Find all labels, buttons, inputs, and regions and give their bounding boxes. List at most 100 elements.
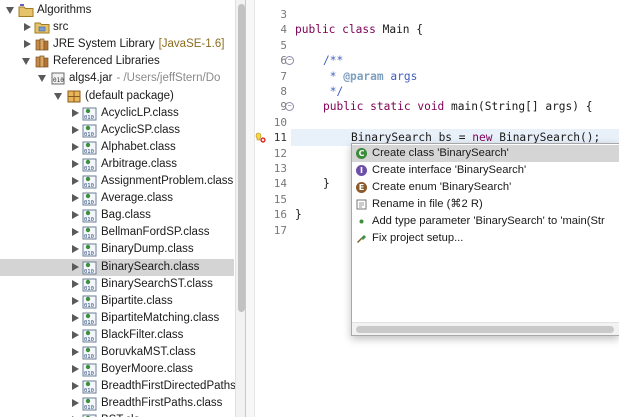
chevron-down-icon[interactable] [54, 92, 62, 100]
tree-item[interactable]: 010 AssignmentProblem.class [0, 173, 234, 190]
chevron-right-icon[interactable] [72, 211, 79, 220]
explorer-scrollbar[interactable] [235, 0, 245, 417]
source-folder-icon [34, 20, 50, 35]
chevron-right-icon[interactable] [72, 348, 79, 356]
tree-item[interactable]: 010 BipartiteMatching.class [0, 310, 234, 327]
tree-item[interactable]: 010BST.cla [0, 412, 234, 417]
rename-icon [356, 199, 367, 210]
quick-fix-item[interactable]: E Create enum 'BinarySearch' [352, 179, 619, 196]
tree-item[interactable]: 010 BoruvkaMST.class [0, 344, 234, 361]
tree-item-label: Referenced Libraries [53, 55, 160, 68]
tree-item-label: (default package) [85, 89, 174, 102]
class-file-icon: 010 [82, 413, 98, 417]
chevron-right-icon[interactable] [72, 177, 79, 185]
tree-item[interactable]: Referenced Libraries [0, 53, 234, 70]
library-icon [34, 54, 50, 69]
chevron-right-icon[interactable] [24, 23, 31, 32]
tree-item-label: BinarySearchST.class [101, 277, 213, 290]
chevron-right-icon[interactable] [72, 365, 79, 374]
tree-item[interactable]: 010 BinarySearch.class [0, 258, 234, 276]
tree-item[interactable]: 010 BinaryDump.class [0, 241, 234, 258]
tree-item[interactable]: Algorithms [0, 2, 234, 19]
chevron-right-icon[interactable] [72, 228, 79, 237]
tree-item[interactable]: src [0, 19, 234, 36]
svg-text:010: 010 [84, 337, 94, 343]
chevron-right-icon[interactable] [72, 296, 79, 305]
tree-item[interactable]: (default package) [0, 88, 234, 105]
tree-item-label: Alphabet.class [101, 140, 176, 153]
create-interface-icon: I [356, 165, 367, 176]
code-line-16: } [295, 208, 302, 222]
quick-fix-item-label: Create enum 'BinarySearch' [372, 181, 512, 193]
chevron-right-icon[interactable] [72, 159, 79, 168]
class-file-icon: 010 [82, 294, 98, 309]
tree-item[interactable]: 010 algs4.jar - /Users/jeffStern/Do [0, 70, 234, 87]
chevron-right-icon[interactable] [72, 330, 79, 339]
tree-item[interactable]: 010 BinarySearchST.class [0, 276, 234, 293]
svg-text:010: 010 [84, 115, 94, 121]
chevron-right-icon[interactable] [72, 399, 79, 408]
fix-project-icon [356, 233, 367, 244]
tree-item-label: src [53, 21, 69, 34]
tree-item[interactable]: 010 Arbitrage.class [0, 156, 234, 173]
svg-text:010: 010 [84, 183, 94, 189]
tree-item-label: BreadthFirstPaths.class [101, 397, 223, 410]
chevron-down-icon[interactable] [6, 7, 14, 14]
class-file-icon: 010 [82, 242, 98, 257]
chevron-right-icon[interactable] [72, 142, 79, 151]
tree-item[interactable]: 010 AcyclicLP.class [0, 105, 234, 122]
fold-toggle-icon[interactable]: − [285, 102, 294, 112]
quick-fix-item[interactable]: Add type parameter 'BinarySearch' to 'ma… [352, 213, 619, 230]
tree-item-label: Algorithms [37, 4, 92, 16]
javadoc-tag: @param [343, 69, 384, 83]
chevron-right-icon[interactable] [72, 108, 79, 117]
tree-item-label: BellmanFordSP.class [101, 226, 210, 239]
class-file-icon: 010 [82, 362, 98, 377]
chevron-down-icon[interactable] [38, 75, 46, 83]
tree-item[interactable]: 010 Average.class [0, 190, 234, 207]
explorer-scrollbar-thumb[interactable] [238, 4, 245, 312]
package-icon [66, 89, 82, 104]
svg-text:010: 010 [53, 77, 64, 84]
code-line-14: } [323, 177, 330, 191]
tree-item-label: algs4.jar [69, 72, 113, 85]
fold-toggle-icon[interactable]: − [285, 56, 294, 66]
keyword: static [370, 100, 411, 114]
chevron-right-icon[interactable] [72, 245, 79, 254]
quick-fix-item[interactable]: C Create class 'BinarySearch' [352, 145, 619, 162]
tree-item[interactable]: 010 Bipartite.class [0, 293, 234, 310]
tree-item[interactable]: 010 BlackFilter.class [0, 327, 234, 344]
line-number-gutter: 3 4 5 6−7 8 9−10 11 12 13 14 15 16 17 [255, 0, 294, 417]
tree-item[interactable]: 010 BoyerMoore.class [0, 361, 234, 378]
tree-item[interactable]: 010 BellmanFordSP.class [0, 224, 234, 241]
quick-fix-item[interactable]: Fix project setup... [352, 230, 619, 247]
tree-item[interactable]: JRE System Library [JavaSE-1.6] [0, 36, 234, 53]
quick-fix-popup[interactable]: C Create class 'BinarySearch' I Create inte… [351, 143, 619, 336]
javadoc-text: args [383, 69, 418, 83]
svg-text:010: 010 [84, 234, 94, 240]
chevron-right-icon[interactable] [72, 382, 79, 391]
chevron-right-icon[interactable] [24, 40, 31, 49]
tree-item[interactable]: 010 Bag.class [0, 207, 234, 224]
package-explorer: Algorithms src JRE System Library [JavaSE-1… [0, 0, 246, 417]
jar-icon: 010 [50, 71, 66, 86]
svg-text:010: 010 [84, 269, 94, 275]
chevron-right-icon[interactable] [72, 194, 79, 203]
chevron-right-icon[interactable] [72, 125, 79, 134]
quick-fix-item[interactable]: I Create interface 'BinarySearch' [352, 162, 619, 179]
create-enum-icon: E [356, 182, 367, 193]
chevron-right-icon[interactable] [72, 262, 79, 271]
chevron-down-icon[interactable] [22, 58, 30, 66]
tree-item[interactable]: 010 Alphabet.class [0, 139, 234, 156]
tree-item[interactable]: 010 BreadthFirstDirectedPaths [0, 378, 236, 395]
quick-fix-item[interactable]: Rename in file (⌘2 R) [352, 196, 619, 213]
tree-item-label: BinaryDump.class [101, 243, 194, 256]
tree-item[interactable]: 010 AcyclicSP.class [0, 122, 234, 139]
quick-fix-scrollbar[interactable] [352, 322, 619, 335]
class-file-icon: 010 [82, 328, 98, 343]
quick-fix-scrollbar-thumb[interactable] [356, 326, 614, 333]
chevron-right-icon[interactable] [72, 313, 79, 322]
tree-item[interactable]: 010 BreadthFirstPaths.class [0, 395, 234, 412]
chevron-right-icon[interactable] [72, 279, 79, 288]
quick-fix-error-icon[interactable] [255, 132, 266, 143]
